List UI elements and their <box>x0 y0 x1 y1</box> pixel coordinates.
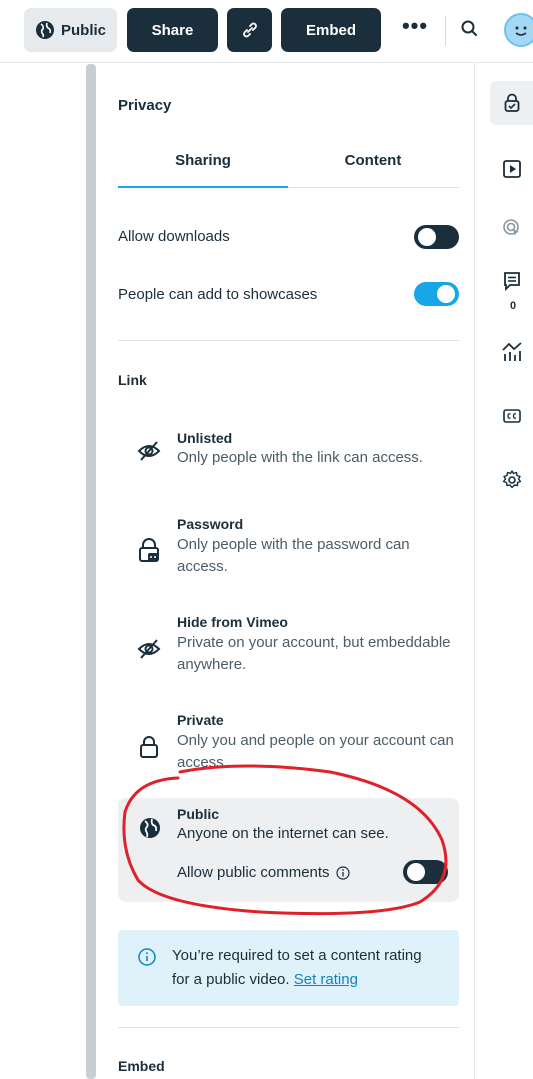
lock-icon <box>140 736 158 758</box>
interaction-icon <box>502 219 519 236</box>
scrollbar-track[interactable] <box>86 64 96 1079</box>
option-description: Private on your account, but embeddable … <box>177 634 451 673</box>
more-options-button[interactable]: ••• <box>398 15 432 44</box>
option-hide-from-vimeo[interactable]: Hide from Vimeo Private on your account,… <box>118 614 459 684</box>
option-description: Only you and people on your account can … <box>177 732 454 771</box>
copy-link-button[interactable] <box>227 8 272 52</box>
info-icon[interactable] <box>335 865 350 880</box>
notice-text: You’re required to set a content rating … <box>172 944 442 992</box>
rail-privacy[interactable] <box>490 81 533 125</box>
option-password[interactable]: Password Only people with the password c… <box>118 516 459 586</box>
option-name: Private <box>177 712 224 728</box>
option-description: Only people with the password can access… <box>177 536 410 575</box>
toolbar-divider <box>445 16 446 46</box>
comments-count: 0 <box>510 300 517 312</box>
search-button[interactable] <box>458 16 484 44</box>
rail-analytics[interactable] <box>490 330 533 374</box>
analytics-icon <box>501 342 522 361</box>
allow-downloads-label: Allow downloads <box>118 228 230 245</box>
top-toolbar: Public Share Embed ••• <box>0 0 533 63</box>
captions-icon <box>502 409 521 423</box>
public-button-label: Public <box>60 21 106 39</box>
settings-icon <box>502 470 521 489</box>
rail-player[interactable] <box>490 147 533 191</box>
share-button[interactable]: Share <box>127 8 218 52</box>
link-icon <box>242 22 257 38</box>
embed-button[interactable]: Embed <box>281 8 381 52</box>
eye-slash-icon <box>137 639 161 659</box>
showcases-label: People can add to showcases <box>118 286 318 303</box>
section-divider <box>118 340 459 341</box>
rail-captions[interactable] <box>490 394 533 438</box>
embed-section-title: Embed <box>118 1058 165 1074</box>
active-tab-indicator <box>118 186 288 188</box>
option-description: Anyone on the internet can see. <box>177 825 389 842</box>
rail-settings[interactable] <box>490 458 533 502</box>
set-rating-link[interactable]: Set rating <box>294 971 358 988</box>
eye-slash-icon <box>137 441 161 461</box>
panel-divider <box>474 62 475 1079</box>
lock-check-icon <box>504 93 519 112</box>
option-name: Public <box>177 806 220 822</box>
avatar[interactable] <box>504 13 533 47</box>
lock-key-icon <box>139 538 159 562</box>
option-private[interactable]: Private Only you and people on your acco… <box>118 712 459 782</box>
option-name: Hide from Vimeo <box>177 614 288 630</box>
showcases-toggle[interactable] <box>414 282 459 306</box>
info-icon <box>138 948 156 966</box>
tab-divider <box>288 187 459 188</box>
globe-icon <box>35 21 54 39</box>
tab-content[interactable]: Content <box>288 152 458 169</box>
allow-public-comments-label: Allow public comments <box>177 864 330 881</box>
option-name: Password <box>177 516 244 532</box>
rail-comments[interactable] <box>490 259 533 303</box>
allow-public-comments-toggle[interactable] <box>403 860 448 884</box>
option-description: Only people with the link can access. <box>177 449 423 466</box>
comments-icon <box>503 272 520 292</box>
option-name: Unlisted <box>177 430 233 446</box>
avatar-face-icon <box>515 26 527 36</box>
option-public[interactable]: Public Anyone on the internet can see. A… <box>118 798 459 902</box>
section-divider <box>118 1027 459 1028</box>
privacy-public-button[interactable]: Public <box>24 8 117 52</box>
search-icon <box>461 20 477 36</box>
panel-title: Privacy <box>118 97 172 114</box>
link-section-title: Link <box>118 372 147 388</box>
content-rating-notice: You’re required to set a content rating … <box>118 930 459 1006</box>
privacy-panel: Privacy Sharing Content Allow downloads … <box>98 62 474 1079</box>
allow-downloads-toggle[interactable] <box>414 225 459 249</box>
option-unlisted[interactable]: Unlisted Only people with the link can a… <box>118 428 459 488</box>
play-icon <box>502 160 521 178</box>
globe-icon <box>140 818 160 838</box>
allow-public-comments-row: Allow public comments <box>177 864 350 881</box>
rail-interaction[interactable] <box>490 206 533 250</box>
tab-sharing[interactable]: Sharing <box>118 152 288 169</box>
